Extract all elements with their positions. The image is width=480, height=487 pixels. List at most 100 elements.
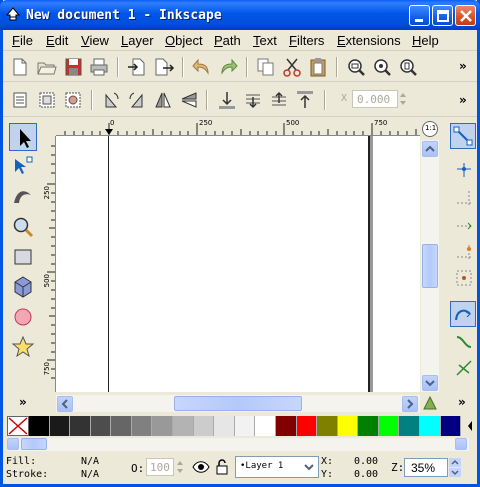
invert-selection-button[interactable] (62, 89, 84, 111)
snap-bbox-icon[interactable] (453, 159, 475, 181)
menu-view[interactable]: View (81, 33, 109, 48)
zoom-tool[interactable] (9, 213, 37, 241)
menu-filters[interactable]: Filters (289, 33, 324, 48)
flip-horizontal-button[interactable] (152, 89, 174, 111)
ellipse-tool[interactable] (9, 303, 37, 331)
snap-center-icon[interactable] (453, 267, 475, 289)
rotate-ccw-button[interactable] (100, 89, 122, 111)
snap-path-icon[interactable] (453, 331, 475, 353)
undo-button[interactable] (191, 56, 213, 78)
selector-tool[interactable] (9, 123, 37, 151)
color-swatch[interactable] (70, 416, 91, 436)
3d-box-tool[interactable] (9, 273, 37, 301)
horizontal-scroll-thumb[interactable] (174, 396, 302, 411)
color-swatch[interactable] (275, 416, 297, 436)
node-tool[interactable] (9, 153, 37, 181)
toolbar-overflow-chevron-icon[interactable]: » (459, 93, 467, 107)
vertical-ruler[interactable]: 250 500 750 (43, 136, 56, 392)
menu-edit[interactable]: Edit (46, 33, 68, 48)
rotate-cw-button[interactable] (126, 89, 148, 111)
new-document-button[interactable] (9, 56, 31, 78)
stroke-value[interactable]: N/A (81, 469, 99, 480)
eye-visibility-icon[interactable] (191, 457, 211, 477)
menu-path[interactable]: Path (214, 33, 241, 48)
menu-text[interactable]: Text (253, 33, 277, 48)
title-bar[interactable]: New document 1 - Inkscape (0, 0, 480, 30)
snapbar-overflow-chevron-icon[interactable]: » (458, 395, 466, 409)
snap-midpoint-icon[interactable] (453, 241, 475, 263)
color-swatch[interactable] (399, 416, 420, 436)
redo-button[interactable] (217, 56, 239, 78)
zoom-selection-button[interactable] (345, 56, 367, 78)
zoom-page-button[interactable] (397, 56, 419, 78)
lower-button[interactable] (242, 89, 264, 111)
palette-scroll-left-button[interactable] (7, 438, 19, 450)
toolbox-overflow-chevron-icon[interactable]: » (19, 395, 27, 409)
horizontal-scrollbar[interactable] (56, 395, 420, 412)
fill-value[interactable]: N/A (81, 456, 99, 467)
color-swatch[interactable] (419, 416, 441, 436)
print-button[interactable] (88, 56, 110, 78)
snap-bbox-corner-icon[interactable] (453, 215, 475, 237)
color-swatch[interactable] (111, 416, 132, 436)
snap-bbox-edge-icon[interactable] (453, 187, 475, 209)
flip-vertical-button[interactable] (178, 89, 200, 111)
color-management-icon[interactable] (422, 395, 438, 411)
palette-scroll-right-button[interactable] (455, 438, 467, 450)
scroll-down-button[interactable] (422, 375, 438, 391)
x-coordinate-field[interactable]: 0.000 (352, 90, 398, 108)
toolbar-overflow-chevron-icon[interactable]: » (459, 59, 467, 73)
select-all-layers-button[interactable] (36, 89, 58, 111)
menu-object[interactable]: Object (165, 33, 203, 48)
import-button[interactable] (126, 56, 148, 78)
menu-extensions[interactable]: Extensions (337, 33, 401, 48)
drawing-canvas[interactable] (56, 136, 420, 392)
raise-to-top-button[interactable] (294, 89, 316, 111)
color-swatch[interactable] (173, 416, 194, 436)
no-paint-swatch[interactable] (7, 416, 29, 436)
snap-intersection-icon[interactable] (453, 357, 475, 379)
vertical-scroll-thumb[interactable] (422, 244, 438, 288)
snap-toggle-button[interactable] (450, 123, 476, 149)
color-swatch[interactable] (193, 416, 215, 436)
color-swatch[interactable] (214, 416, 235, 436)
cut-button[interactable] (281, 56, 303, 78)
export-button[interactable] (153, 56, 175, 78)
color-swatch[interactable] (317, 416, 338, 436)
vertical-scrollbar[interactable] (421, 140, 439, 392)
color-swatch[interactable] (255, 416, 276, 436)
scroll-left-button[interactable] (57, 396, 73, 412)
select-all-button[interactable] (9, 89, 31, 111)
opacity-field[interactable]: 100 (146, 458, 174, 476)
color-swatch[interactable] (378, 416, 400, 436)
lock-icon[interactable] (213, 457, 231, 477)
palette-scrollbar[interactable] (7, 438, 469, 451)
menu-file[interactable]: File (12, 33, 33, 48)
star-tool[interactable] (9, 333, 37, 361)
color-swatch[interactable] (358, 416, 379, 436)
color-swatch[interactable] (296, 416, 318, 436)
raise-button[interactable] (268, 89, 290, 111)
scroll-right-button[interactable] (402, 396, 418, 412)
color-swatch[interactable] (131, 416, 153, 436)
zoom-1to1-button[interactable]: 1:1 (422, 121, 438, 137)
menu-help[interactable]: Help (412, 33, 439, 48)
zoom-field[interactable]: 35% (404, 458, 448, 477)
maximize-button[interactable] (432, 5, 453, 26)
close-button[interactable] (455, 5, 476, 26)
save-button[interactable] (62, 56, 84, 78)
color-swatch[interactable] (90, 416, 112, 436)
color-swatch[interactable] (29, 416, 50, 436)
zoom-drawing-button[interactable] (371, 56, 393, 78)
color-swatch[interactable] (49, 416, 71, 436)
lower-to-bottom-button[interactable] (216, 89, 238, 111)
paste-button[interactable] (307, 56, 329, 78)
palette-scroll-thumb[interactable] (21, 438, 47, 450)
zoom-spinner-icon[interactable] (449, 458, 461, 477)
open-button[interactable] (35, 56, 57, 78)
color-swatch[interactable] (440, 416, 462, 436)
rectangle-tool[interactable] (9, 243, 37, 271)
opacity-spinner-icon[interactable] (175, 458, 185, 476)
palette-scroll-arrow-icon[interactable] (465, 419, 475, 433)
copy-button[interactable] (255, 56, 277, 78)
